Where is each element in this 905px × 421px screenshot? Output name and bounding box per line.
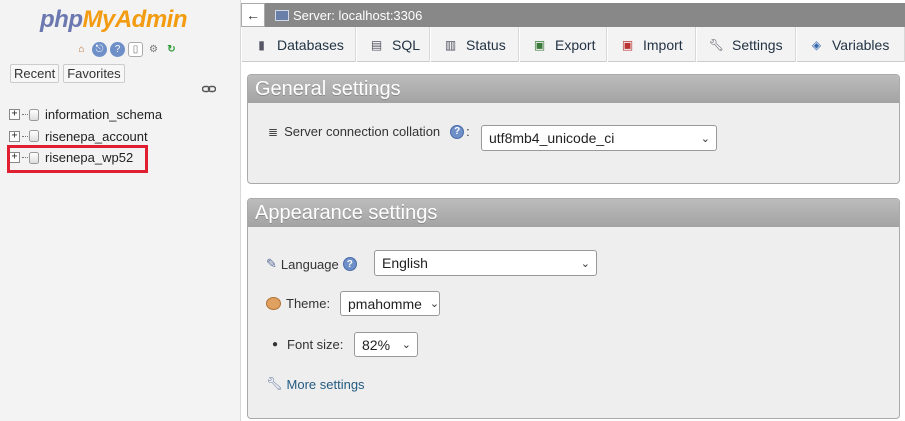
chevron-down-icon: ⌄ bbox=[401, 339, 411, 351]
palette-icon bbox=[266, 297, 281, 310]
collapse-navigation-button[interactable]: ← bbox=[241, 3, 265, 27]
wrench-icon: 🔧︎ bbox=[708, 37, 725, 52]
list-icon: ≣ bbox=[268, 124, 279, 139]
collation-colon: : bbox=[466, 124, 470, 139]
font-size-row: ● Font size: bbox=[272, 337, 343, 352]
phpmyadmin-logo[interactable]: phpMyAdmin bbox=[40, 6, 187, 34]
logout-icon[interactable]: ⎋ bbox=[92, 42, 107, 57]
database-name[interactable]: information_schema bbox=[45, 107, 162, 122]
help-icon[interactable]: ? bbox=[342, 257, 357, 271]
export-icon: ▣ bbox=[533, 37, 546, 52]
language-icon: ✎ bbox=[266, 256, 277, 271]
expand-icon[interactable]: + bbox=[9, 130, 20, 142]
tab-status[interactable]: ▥ Status bbox=[430, 27, 519, 62]
tab-export[interactable]: ▣ Export bbox=[519, 27, 607, 62]
appearance-settings-title: Appearance settings bbox=[248, 199, 899, 227]
tab-import[interactable]: ▣ Import bbox=[607, 27, 696, 62]
reload-icon[interactable]: ↻ bbox=[164, 42, 179, 57]
recent-favorites-bar: Recent Favorites bbox=[10, 64, 125, 83]
documentation-icon[interactable]: ▯ bbox=[128, 42, 143, 57]
status-icon: ▥ bbox=[444, 37, 457, 52]
collation-row: ≣ Server connection collation ? : bbox=[268, 124, 470, 139]
chevron-down-icon: ⌄ bbox=[700, 132, 710, 145]
theme-row: Theme: bbox=[266, 296, 330, 311]
navigation-panel: phpMyAdmin ⌂ ⎋ ? ▯ ⚙ ↻ Recent Favorites … bbox=[0, 0, 241, 421]
expand-icon[interactable]: + bbox=[9, 109, 20, 121]
tab-sql[interactable]: ▤ SQL bbox=[356, 27, 430, 62]
tree-line bbox=[22, 114, 28, 116]
import-icon: ▣ bbox=[621, 37, 634, 52]
database-item-information-schema[interactable]: + information_schema bbox=[9, 104, 162, 126]
database-item-risenepa-account[interactable]: + risenepa_account bbox=[9, 126, 162, 148]
font-size-select[interactable]: 82% ⌄ bbox=[354, 332, 418, 357]
tree-line bbox=[22, 135, 28, 137]
database-icon bbox=[29, 130, 39, 143]
home-icon[interactable]: ⌂ bbox=[74, 42, 89, 57]
wrench-icon: 🔧︎ bbox=[266, 376, 283, 391]
chevron-down-icon: ⌄ bbox=[580, 257, 590, 270]
server-breadcrumb-bar: ← Server: localhost:3306 bbox=[241, 3, 905, 27]
database-icon: ▮ bbox=[258, 37, 265, 52]
favorites-button[interactable]: Favorites bbox=[63, 64, 125, 83]
collation-select[interactable]: utf8mb4_unicode_ci ⌄ bbox=[481, 125, 717, 151]
general-settings-title: General settings bbox=[248, 75, 899, 103]
server-icon bbox=[275, 9, 289, 21]
theme-label: Theme: bbox=[286, 296, 331, 311]
recent-button[interactable]: Recent bbox=[10, 64, 60, 83]
more-settings-row: 🔧︎ More settings bbox=[266, 376, 365, 392]
gear-icon[interactable]: ⚙ bbox=[146, 42, 161, 57]
tab-settings[interactable]: 🔧︎ Settings bbox=[696, 27, 796, 62]
help-icon[interactable]: ? bbox=[110, 42, 125, 57]
main-menu: ▮ Databases ▤ SQL ▥ Status ▣ Export ▣ Import … bbox=[241, 27, 905, 62]
font-size-label: Font size: bbox=[287, 337, 344, 352]
more-settings-link[interactable]: More settings bbox=[287, 377, 365, 392]
language-select[interactable]: English ⌄ bbox=[374, 250, 597, 276]
collation-label: Server connection collation bbox=[284, 124, 441, 139]
general-settings-panel: General settings ≣ Server connection col… bbox=[247, 74, 900, 184]
database-name[interactable]: risenepa_account bbox=[45, 129, 148, 144]
appearance-settings-panel: Appearance settings ✎ Language ? English… bbox=[247, 198, 900, 419]
help-icon[interactable]: ? bbox=[450, 124, 465, 139]
chevron-down-icon: ⌄ bbox=[429, 298, 440, 310]
database-icon bbox=[29, 108, 39, 121]
variables-icon: ◈ bbox=[811, 37, 822, 52]
language-row: ✎ Language ? bbox=[266, 256, 357, 272]
language-label: Language bbox=[280, 256, 339, 272]
tab-variables[interactable]: ◈ Variables bbox=[796, 27, 905, 62]
tab-databases[interactable]: ▮ Databases bbox=[241, 27, 356, 62]
sql-icon: ▤ bbox=[370, 37, 383, 52]
link-icon[interactable] bbox=[202, 84, 216, 94]
bullet-icon: ● bbox=[272, 339, 279, 350]
server-breadcrumb[interactable]: Server: localhost:3306 bbox=[293, 8, 422, 23]
theme-select[interactable]: pmahomme ⌄ bbox=[340, 291, 440, 316]
highlight-box bbox=[7, 145, 148, 173]
nav-icon-bar: ⌂ ⎋ ? ▯ ⚙ ↻ bbox=[74, 42, 179, 57]
